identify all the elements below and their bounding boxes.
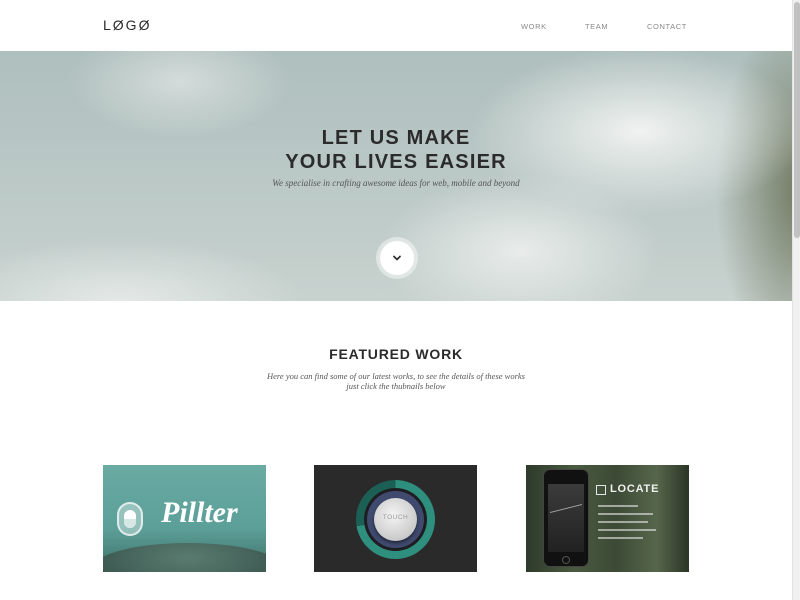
touch-label: TOUCH bbox=[382, 514, 409, 521]
work-thumbnail-locate[interactable]: LOCATE bbox=[526, 465, 689, 572]
featured-subtitle-line-1: Here you can find some of our latest wor… bbox=[267, 371, 525, 381]
chevron-down-icon bbox=[393, 255, 401, 261]
locate-text-line bbox=[598, 505, 638, 507]
locate-text-line bbox=[598, 521, 648, 523]
featured-subtitle-line-2: just click the thubnails below bbox=[346, 381, 446, 391]
phone-chart-line bbox=[550, 504, 582, 526]
nav-link-team[interactable]: TEAM bbox=[585, 22, 608, 31]
hero-title-line-2: YOUR LIVES EASIER bbox=[285, 151, 507, 173]
phone-home-button bbox=[562, 556, 570, 564]
pillter-logo-text: Pillter bbox=[161, 496, 238, 529]
hero-title-line-1: LET US MAKE bbox=[321, 127, 471, 149]
hero-banner: LET US MAKE YOUR LIVES EASIER We special… bbox=[0, 51, 792, 301]
scroll-down-button[interactable] bbox=[380, 241, 414, 275]
phone-mockup bbox=[543, 469, 589, 567]
locate-logo-text: LOCATE bbox=[610, 483, 660, 495]
featured-work-title: FEATURED WORK bbox=[329, 346, 463, 362]
pill-icon bbox=[117, 502, 143, 536]
nav-link-work[interactable]: WORK bbox=[521, 22, 547, 31]
moss-background bbox=[103, 543, 266, 572]
hero-subtitle: We specialise in crafting awesome ideas … bbox=[272, 178, 520, 188]
nav-link-contact[interactable]: CONTACT bbox=[647, 22, 687, 31]
locate-text-line bbox=[598, 537, 643, 539]
locate-text-line bbox=[598, 513, 653, 515]
work-thumbnail-touch[interactable]: TOUCH bbox=[314, 465, 477, 572]
site-header: LØGØ WORK TEAM CONTACT bbox=[0, 0, 792, 51]
scrollbar-thumb[interactable] bbox=[794, 2, 800, 238]
locate-logo-icon bbox=[596, 485, 606, 495]
work-thumbnail-pillter[interactable]: Pillter bbox=[103, 465, 266, 572]
pill-half bbox=[124, 519, 136, 528]
phone-screen bbox=[548, 484, 584, 552]
featured-work-subtitle: Here you can find some of our latest wor… bbox=[246, 371, 546, 391]
hero-title: LET US MAKE YOUR LIVES EASIER bbox=[0, 126, 792, 174]
vertical-scrollbar[interactable] bbox=[792, 0, 800, 600]
locate-text-line bbox=[598, 529, 656, 531]
logo[interactable]: LØGØ bbox=[103, 17, 151, 33]
